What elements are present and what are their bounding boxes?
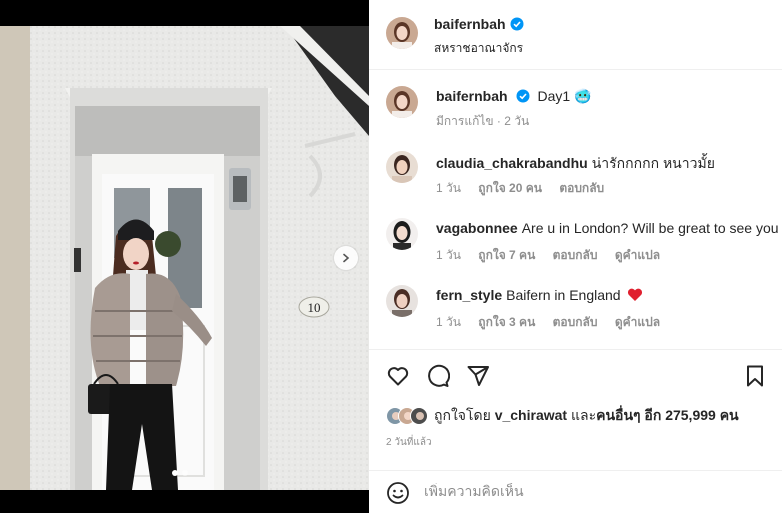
comment-username[interactable]: fern_style (436, 287, 502, 303)
comment-time[interactable]: 1 วัน (436, 181, 461, 195)
liker-username[interactable]: v_chirawat (495, 407, 567, 423)
translate-button[interactable]: ดูคำแปล (615, 315, 660, 329)
post-photo[interactable]: 10 (0, 26, 369, 490)
post-time[interactable]: 2 วันที่แล้ว (386, 435, 432, 450)
post-side-panel: baifernbah สหราชอาณาจักร baifernbah Day1… (369, 0, 782, 513)
carousel-dot (182, 470, 188, 476)
likes-others-link[interactable]: คนอื่นๆ อีก 275,999 คน (596, 407, 739, 423)
commenter-avatar[interactable] (386, 151, 418, 183)
comment-input[interactable] (424, 483, 724, 499)
save-button[interactable] (743, 364, 767, 393)
author-username[interactable]: baifernbah (434, 16, 506, 32)
carousel-dots (172, 470, 188, 476)
post-location[interactable]: สหราชอาณาจักร (434, 39, 523, 58)
reply-button[interactable]: ตอบกลับ (553, 248, 598, 262)
next-photo-button[interactable] (334, 246, 358, 270)
verified-icon (516, 89, 530, 103)
comment-username[interactable]: claudia_chakrabandhu (436, 155, 588, 171)
comment-likes[interactable]: ถูกใจ 7 คน (478, 248, 535, 262)
caption-username[interactable]: baifernbah (436, 88, 508, 104)
comment-time[interactable]: 1 วัน (436, 315, 461, 329)
caption-avatar[interactable] (386, 86, 418, 118)
likes-summary: ถูกใจโดย v_chirawat และคนอื่นๆ อีก 275,9… (386, 404, 739, 428)
comment-item: fern_style Baifern in England 1 วัน ถูกใจ… (369, 285, 782, 331)
red-heart-emoji (628, 288, 643, 301)
liker-avatar (410, 407, 428, 425)
caption-text-row: baifernbah Day1 🥶 (436, 88, 591, 105)
comment-time[interactable]: 1 วัน (436, 248, 461, 262)
cold-face-emoji: 🥶 (574, 88, 592, 104)
reply-button[interactable]: ตอบกลับ (553, 315, 598, 329)
reply-button[interactable]: ตอบกลับ (559, 181, 604, 195)
caption-text: Day1 (537, 88, 571, 104)
comment-meta: 1 วัน ถูกใจ 3 คน ตอบกลับ ดูคำแปล (436, 313, 674, 332)
comment-button[interactable] (426, 364, 451, 393)
author-avatar[interactable] (386, 17, 418, 49)
emoji-button[interactable] (386, 481, 410, 510)
comment-item: claudia_chakrabandhu น่ารักกกกก หนาวมั้ย … (369, 151, 782, 197)
likes-prefix: ถูกใจโดย (434, 407, 491, 423)
heart-icon (387, 367, 409, 386)
action-bar (369, 349, 782, 399)
commenter-avatar[interactable] (386, 285, 418, 317)
likes-middle: และ (570, 407, 597, 423)
comment-meta: 1 วัน ถูกใจ 7 คน ตอบกลับ ดูคำแปล (436, 246, 674, 265)
post-header: baifernbah สหราชอาณาจักร (369, 0, 782, 70)
share-button[interactable] (466, 364, 490, 393)
chevron-right-icon (343, 253, 350, 263)
post-media: 10 (0, 0, 369, 513)
comment-text-row: fern_style Baifern in England (436, 287, 643, 303)
post-caption: baifernbah Day1 🥶 มีการแก้ไข · 2 วัน (369, 86, 782, 130)
likes-text: ถูกใจโดย v_chirawat และคนอื่นๆ อีก 275,9… (434, 405, 739, 427)
commenter-avatar[interactable] (386, 218, 418, 250)
comment-text: Baifern in England (506, 287, 621, 303)
comment-likes[interactable]: ถูกใจ 3 คน (478, 315, 535, 329)
comment-item: vagabonnee Are u in London? Will be great… (369, 218, 782, 264)
caption-meta: มีการแก้ไข · 2 วัน (436, 114, 530, 128)
comment-icon (428, 364, 451, 387)
carousel-dot-active (172, 470, 178, 476)
comment-username[interactable]: vagabonnee (436, 220, 518, 236)
share-icon (467, 366, 489, 386)
comment-text-row: claudia_chakrabandhu น่ารักกกกก หนาวมั้ย (436, 153, 715, 175)
comment-text: น่ารักกกกก หนาวมั้ย (591, 155, 715, 171)
emoji-icon (387, 482, 409, 504)
comment-likes[interactable]: ถูกใจ 20 คน (478, 181, 542, 195)
door-number: 10 (308, 300, 321, 315)
like-button[interactable] (386, 364, 410, 393)
comment-meta: 1 วัน ถูกใจ 20 คน ตอบกลับ (436, 179, 618, 198)
comment-text-row: vagabonnee Are u in London? Will be great… (436, 220, 779, 236)
comment-text: Are u in London? Will be great to see yo… (521, 220, 779, 236)
translate-button[interactable]: ดูคำแปล (615, 248, 660, 262)
verified-icon (510, 17, 524, 31)
bookmark-icon (747, 365, 763, 387)
author-name-row: baifernbah (434, 16, 524, 34)
add-comment-bar (369, 470, 782, 513)
